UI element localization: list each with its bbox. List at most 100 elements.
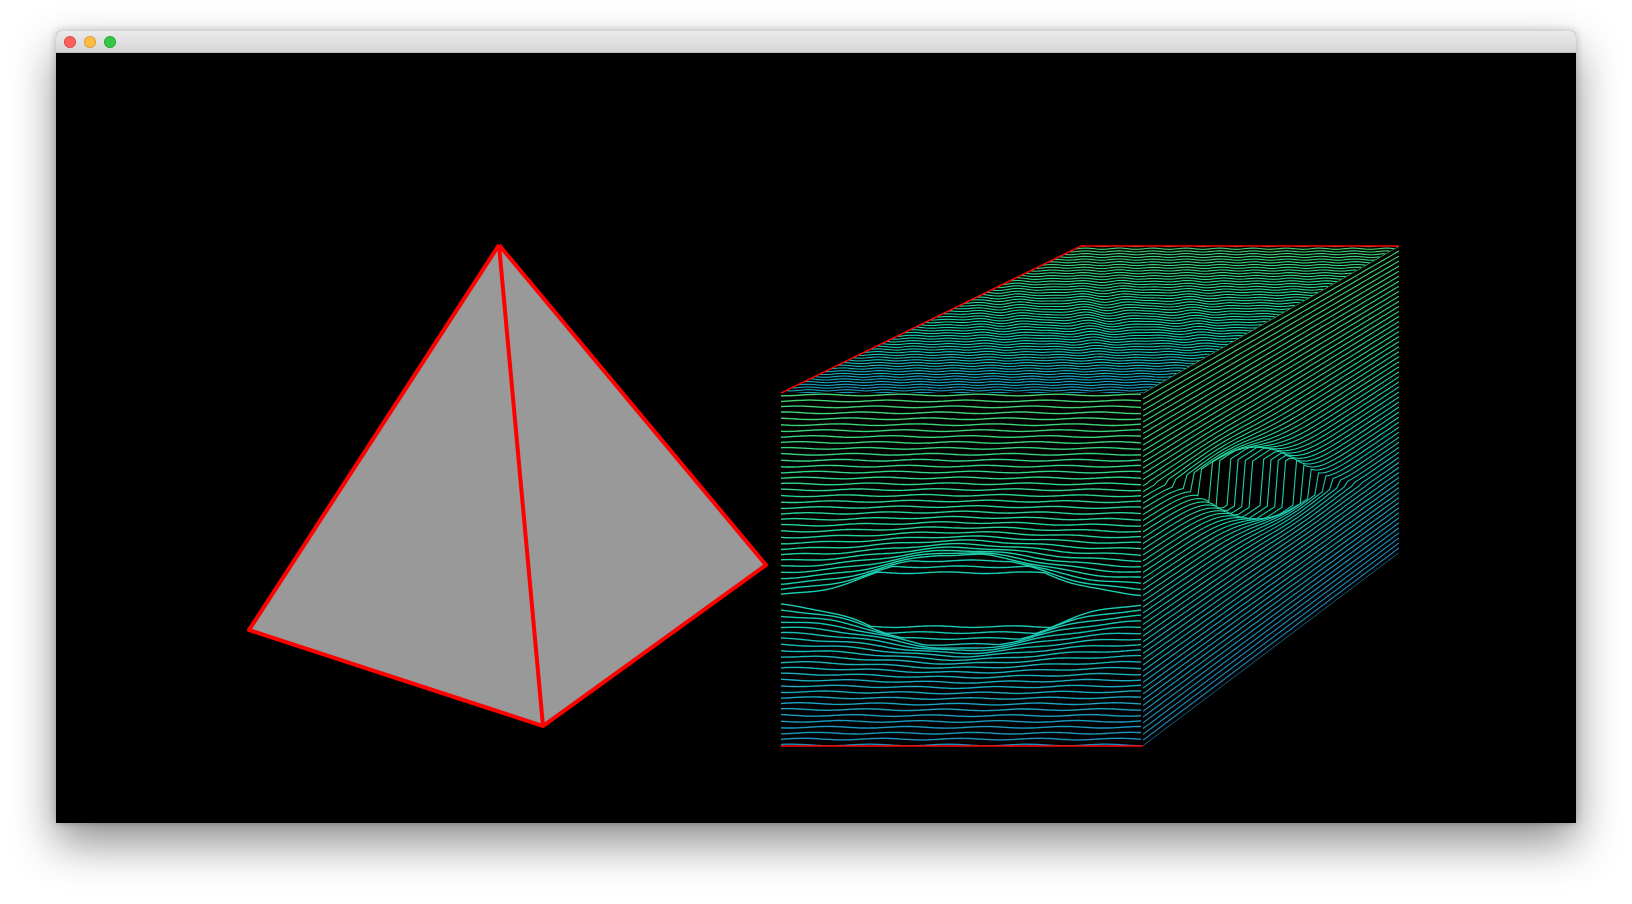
pyramid (247, 243, 768, 728)
contour-line (781, 678, 1142, 684)
contour-line (980, 293, 1314, 298)
contour-line (1058, 255, 1381, 259)
contour-line (986, 290, 1319, 295)
pyramid-left-face (249, 245, 543, 726)
contour-line (864, 350, 1215, 354)
contour-line (781, 476, 1142, 480)
contour-line (1003, 282, 1333, 286)
contour-line (1143, 542, 1399, 735)
contour-line (847, 358, 1200, 362)
contour-line (1143, 472, 1399, 654)
3d-scene (247, 243, 1399, 747)
contour-line (781, 458, 1142, 462)
contour-line (781, 423, 1142, 427)
contour-line (1019, 274, 1347, 278)
box-side-face (1143, 246, 1399, 746)
contour-line (781, 417, 1142, 421)
contour-line (781, 719, 1142, 723)
contour-line (781, 701, 1142, 706)
contour-line (892, 336, 1238, 341)
contour-line (1036, 266, 1362, 270)
contour-line (786, 389, 1148, 392)
contour-line (781, 464, 1141, 468)
contour-line (781, 411, 1141, 415)
contour-line (1143, 522, 1399, 712)
contour-line (781, 510, 1142, 515)
contour-line (781, 737, 1142, 741)
zoom-button[interactable] (104, 36, 116, 48)
contour-line (781, 690, 1141, 695)
box-front-face (781, 393, 1142, 746)
contour-line (869, 347, 1219, 351)
contour-line (1143, 466, 1399, 649)
contour-line (1143, 477, 1399, 660)
contour-line (781, 440, 1142, 445)
contour-line (781, 488, 1142, 492)
contour-box (780, 245, 1399, 747)
contour-line (853, 356, 1205, 360)
contour-line (1075, 247, 1395, 250)
contour-line (836, 364, 1191, 368)
contour-line (1042, 263, 1366, 267)
contour-line (781, 696, 1142, 700)
contour-line (781, 603, 1142, 629)
contour-line (1030, 269, 1357, 272)
contour-line (936, 314, 1276, 320)
contour-line (781, 505, 1142, 510)
contour-line (781, 405, 1142, 409)
contour-line (781, 684, 1142, 690)
contour-line (842, 361, 1196, 365)
contour-line (1047, 261, 1371, 264)
contour-line (1143, 517, 1399, 706)
title-bar[interactable] (56, 31, 1576, 53)
contour-line (781, 470, 1142, 474)
contour-line (1143, 527, 1399, 718)
contour-line (781, 391, 1144, 393)
app-window (56, 31, 1576, 823)
contour-line (858, 353, 1210, 357)
contour-line (1143, 532, 1399, 724)
contour-line (781, 725, 1142, 729)
contour-line (781, 393, 1142, 397)
contour-line (781, 666, 1142, 674)
contour-line (803, 380, 1163, 384)
contour-line (875, 344, 1224, 349)
contour-line (797, 383, 1158, 386)
contour-line (781, 499, 1142, 504)
contour-line (1143, 482, 1399, 666)
contour-line (781, 452, 1142, 456)
contour-line (1143, 270, 1399, 423)
contour-line (781, 429, 1141, 433)
contour-line (781, 446, 1141, 450)
contour-line (808, 378, 1167, 381)
contour-line (781, 521, 1142, 527)
contour-line (781, 515, 1142, 521)
render-canvas[interactable] (56, 53, 1576, 823)
contour-line (781, 660, 1142, 669)
contour-line (1143, 537, 1399, 730)
contour-line (1025, 271, 1352, 275)
contour-line (1008, 279, 1338, 284)
contour-line (781, 713, 1142, 718)
contour-line (781, 399, 1142, 403)
contour-line (781, 482, 1141, 486)
contour-line (1069, 250, 1390, 253)
contour-line (1053, 258, 1376, 261)
contour-line (781, 526, 1142, 533)
contour-line (792, 386, 1153, 389)
contour-line (781, 435, 1142, 438)
contour-line (825, 370, 1181, 373)
contour-line (992, 287, 1324, 292)
contour-line (975, 295, 1309, 301)
contour-line (819, 372, 1177, 376)
close-button[interactable] (64, 36, 76, 48)
contour-line (781, 672, 1142, 679)
minimize-button[interactable] (84, 36, 96, 48)
contour-line (880, 342, 1229, 346)
pyramid-right-face (499, 245, 766, 726)
contour-line (997, 285, 1328, 289)
box-top-face (781, 246, 1399, 393)
contour-line (1064, 252, 1385, 256)
contour-line (903, 330, 1248, 336)
contour-line (1143, 547, 1399, 741)
